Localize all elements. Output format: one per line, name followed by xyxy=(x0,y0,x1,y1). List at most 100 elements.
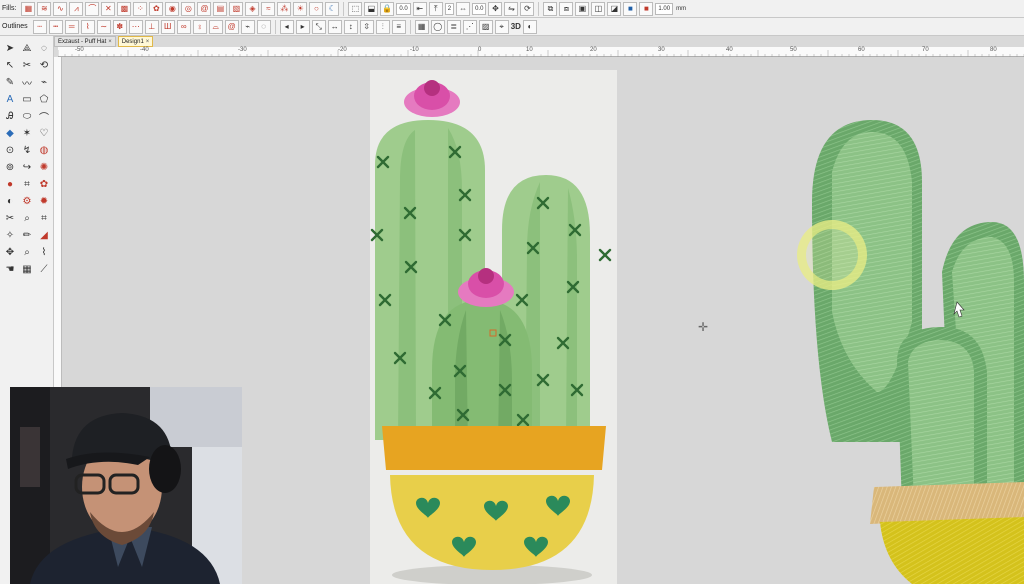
sequin-icon[interactable]: ✿ xyxy=(36,176,52,192)
e-stitch-icon[interactable]: Ш xyxy=(160,19,175,34)
hoop-icon[interactable]: ◯ xyxy=(430,19,445,34)
embroidery-preview[interactable] xyxy=(802,112,1024,584)
record-icon[interactable]: ● xyxy=(2,176,18,192)
spiral-outline-icon[interactable]: @ xyxy=(224,19,239,34)
height-icon[interactable]: ↕ xyxy=(343,19,358,34)
diamond-tool-icon[interactable]: ◆ xyxy=(2,125,18,141)
motif-fill-icon[interactable]: ✿ xyxy=(149,1,164,16)
photo-stitch-icon[interactable]: ✹ xyxy=(36,193,52,209)
ellipse-tool-icon[interactable]: ⬭ xyxy=(19,108,35,124)
satin-fill-icon[interactable]: ≋ xyxy=(37,1,52,16)
width-field[interactable]: 0.0 xyxy=(396,2,411,15)
view-3d-button[interactable]: 3D xyxy=(511,22,521,31)
dot-fill-icon[interactable]: ⁘ xyxy=(133,1,148,16)
crop-icon[interactable]: ⌗ xyxy=(36,210,52,226)
arc-fill-icon[interactable]: ⌒ xyxy=(85,1,100,16)
jump-icon[interactable]: ↪ xyxy=(19,159,35,175)
radial-fill-icon[interactable]: ◉ xyxy=(165,1,180,16)
polygon-tool-icon[interactable]: ⬠ xyxy=(36,91,52,107)
fill-bucket-icon[interactable]: ◐ xyxy=(2,193,18,209)
close-icon[interactable]: × xyxy=(146,39,150,45)
heart-tool-icon[interactable]: ♡ xyxy=(36,125,52,141)
trim-icon[interactable]: ↯ xyxy=(19,142,35,158)
mirror-icon[interactable]: ⇋ xyxy=(504,1,519,16)
ruler-tool-icon[interactable]: ⟋ xyxy=(36,261,52,277)
zoom-field[interactable]: 1.00 xyxy=(655,2,674,15)
blanket-stitch-icon[interactable]: ⊥ xyxy=(144,19,159,34)
eyedropper-icon[interactable]: ⌕ xyxy=(19,210,35,226)
pencil-icon[interactable]: ✏ xyxy=(19,227,35,243)
lasso-icon[interactable]: ◌ xyxy=(36,40,52,56)
stitch-point-icon[interactable]: ⊙ xyxy=(2,142,18,158)
satin-outline-icon[interactable]: ═ xyxy=(64,19,79,34)
rectangle-tool-icon[interactable]: ▭ xyxy=(19,91,35,107)
wave-fill-icon[interactable]: ∿ xyxy=(53,1,68,16)
nudge-right-icon[interactable]: ▸ xyxy=(295,19,310,34)
hand-icon[interactable]: ☚ xyxy=(2,261,18,277)
bean-stitch-icon[interactable]: ⋯ xyxy=(128,19,143,34)
combine-icon[interactable]: ◪ xyxy=(607,1,622,16)
wave-outline-icon[interactable]: ∼ xyxy=(96,19,111,34)
close-icon[interactable]: × xyxy=(108,39,112,45)
reshape-icon[interactable]: ↖ xyxy=(2,57,18,73)
node-edit-icon[interactable]: ⟁ xyxy=(19,40,35,56)
contour-fill-icon[interactable]: ◎ xyxy=(181,1,196,16)
nudge-left-icon[interactable]: ◂ xyxy=(279,19,294,34)
spacing-icon[interactable]: ⇳ xyxy=(359,19,374,34)
arc-tool-icon[interactable]: ⌒ xyxy=(36,108,52,124)
color-stop-icon[interactable]: ✺ xyxy=(36,159,52,175)
bitmap-view-icon[interactable]: ▨ xyxy=(478,19,493,34)
underlay-icon[interactable]: ≡ xyxy=(391,19,406,34)
freehand-icon[interactable]: 〰 xyxy=(19,74,35,90)
layers-icon[interactable]: ◫ xyxy=(591,1,606,16)
scale-icon[interactable]: ⤡ xyxy=(311,19,326,34)
cross-fill-icon[interactable]: ✕ xyxy=(101,1,116,16)
grid-tool-icon[interactable]: ▦ xyxy=(19,261,35,277)
brush-icon[interactable]: ⌇ xyxy=(36,244,52,260)
candle-stitch-icon[interactable]: ⦂ xyxy=(192,19,207,34)
tile-fill-icon[interactable]: ▤ xyxy=(213,1,228,16)
align-top-icon[interactable]: ⤒ xyxy=(428,1,443,16)
select-arrow-icon[interactable]: ➤ xyxy=(2,40,18,56)
angle-field[interactable]: 0.0 xyxy=(472,2,487,15)
arc-outline-icon[interactable]: ⌓ xyxy=(208,19,223,34)
tab-design1[interactable]: Design1 × xyxy=(117,36,154,47)
height-field[interactable]: 2 xyxy=(444,2,455,15)
spiral-fill-icon[interactable]: @ xyxy=(197,1,212,16)
realistic-view-icon[interactable]: ◐ xyxy=(522,19,537,34)
magic-wand-icon[interactable]: ✧ xyxy=(2,227,18,243)
sun-fill-icon[interactable]: ☀ xyxy=(293,1,308,16)
puff-icon[interactable]: ⊚ xyxy=(2,159,18,175)
split-icon[interactable]: ✂ xyxy=(2,210,18,226)
rotate-icon[interactable]: ⟳ xyxy=(520,1,535,16)
auto-digitize-icon[interactable]: ⚙ xyxy=(19,193,35,209)
zigzag-outline-icon[interactable]: ⌇ xyxy=(80,19,95,34)
circle-fill-icon[interactable]: ○ xyxy=(309,1,324,16)
pointer-red-icon[interactable]: ◢ xyxy=(36,227,52,243)
triple-stitch-icon[interactable]: ┅ xyxy=(48,19,63,34)
arrange-icon[interactable]: ▣ xyxy=(575,1,590,16)
cactus-artwork[interactable] xyxy=(370,70,617,584)
color-swatch-icon[interactable]: ■ xyxy=(639,1,654,16)
crescent-icon[interactable]: ☾ xyxy=(325,1,340,16)
tab-exzaust-puff-hat[interactable]: Exzaust - Puff Hat × xyxy=(54,36,116,47)
running-stitch-icon[interactable]: ┄ xyxy=(32,19,47,34)
diamond-fill-icon[interactable]: ◈ xyxy=(245,1,260,16)
trace-icon[interactable]: ⌖ xyxy=(494,19,509,34)
stitch-view-icon[interactable]: ⋰ xyxy=(462,19,477,34)
zoom-tool-icon[interactable]: ⌕ xyxy=(19,244,35,260)
zigzag-fill-icon[interactable]: ⩘ xyxy=(69,1,84,16)
color-picker-icon[interactable]: ■ xyxy=(623,1,638,16)
star-tool-icon[interactable]: ✶ xyxy=(19,125,35,141)
hatch-fill-icon[interactable]: ▧ xyxy=(229,1,244,16)
distribute-icon[interactable]: ⇔ xyxy=(456,1,471,16)
group-icon[interactable]: ⧉ xyxy=(543,1,558,16)
bezier-tool-icon[interactable]: ⌁ xyxy=(36,74,52,90)
ungroup-icon[interactable]: ⧈ xyxy=(559,1,574,16)
move-icon[interactable]: ✥ xyxy=(488,1,503,16)
grid-view-icon[interactable]: ▦ xyxy=(414,19,429,34)
select-nodes-icon[interactable]: ⬚ xyxy=(348,1,363,16)
measure-icon[interactable]: ⌗ xyxy=(19,176,35,192)
pen-icon[interactable]: ✎ xyxy=(2,74,18,90)
bezier-icon[interactable]: ⌁ xyxy=(240,19,255,34)
